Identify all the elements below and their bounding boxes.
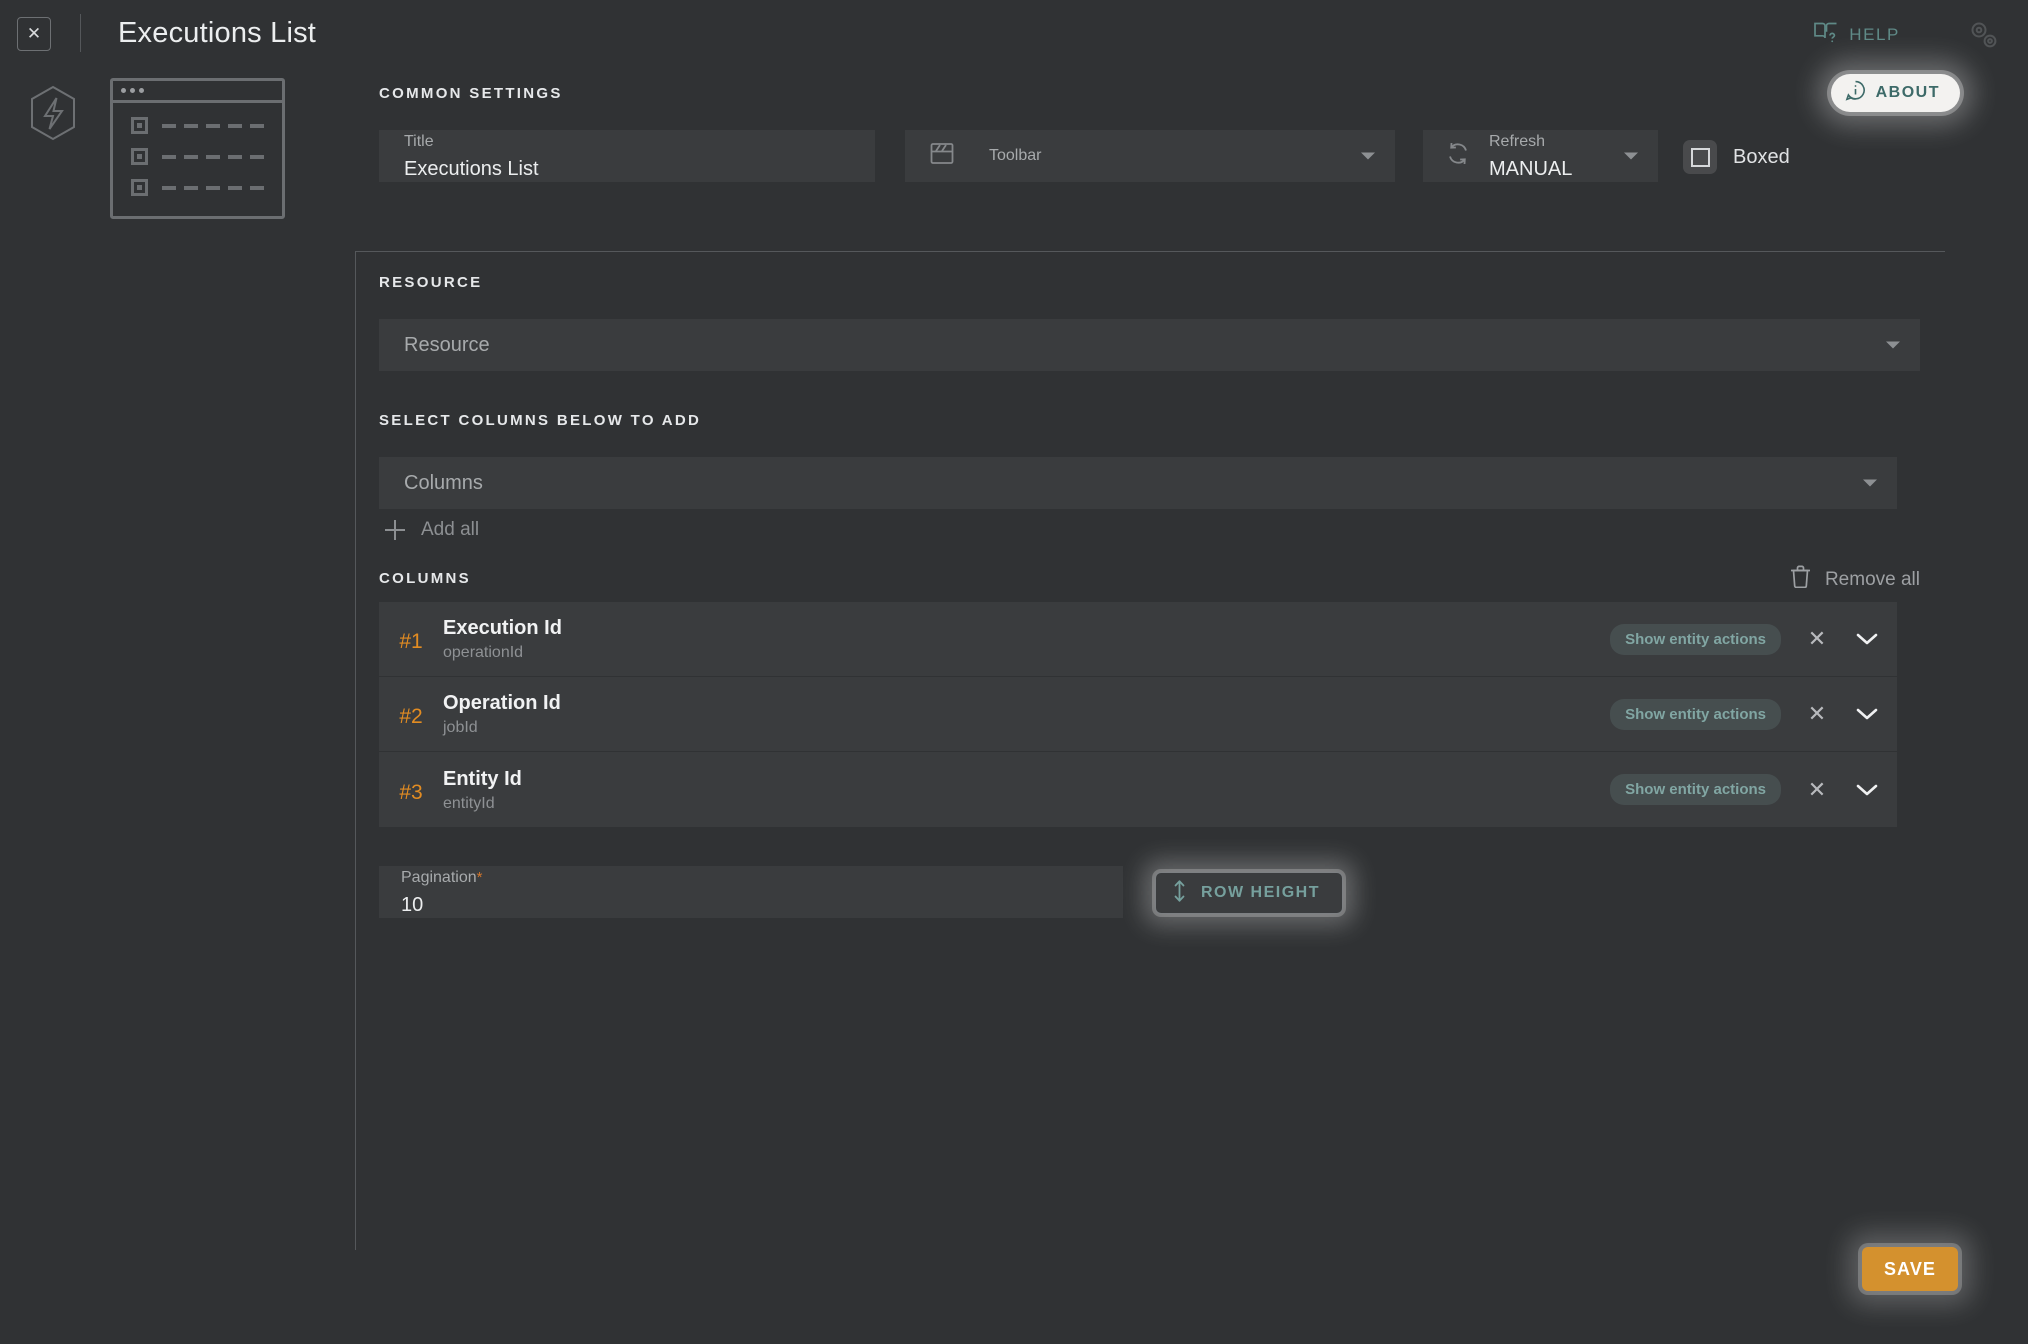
column-texts: Operation Id jobId	[443, 692, 1610, 736]
show-entity-actions-badge[interactable]: Show entity actions	[1610, 623, 1781, 655]
dot-icon	[121, 88, 126, 93]
boxed-checkbox[interactable]	[1683, 140, 1717, 174]
refresh-select-value: MANUAL	[1489, 157, 1573, 180]
save-label: SAVE	[1883, 1258, 1937, 1279]
common-settings-heading: COMMON SETTINGS	[379, 85, 563, 102]
expand-column-button[interactable]	[1837, 707, 1897, 721]
toolbar-icon	[929, 141, 955, 172]
dashed-line	[162, 154, 266, 159]
book-help-icon	[1813, 20, 1839, 49]
lightning-hex-icon	[29, 85, 77, 141]
widget-thumbnail-titlebar	[113, 81, 282, 103]
close-button[interactable]: ✕	[17, 17, 51, 51]
toolbar-select[interactable]: Toolbar	[905, 130, 1395, 182]
remove-column-button[interactable]: ✕	[1797, 777, 1837, 803]
chevron-down-icon	[1624, 152, 1638, 160]
expand-column-button[interactable]	[1837, 632, 1897, 646]
column-texts: Execution Id operationId	[443, 617, 1610, 661]
title-input-label: Title	[404, 132, 434, 150]
show-entity-actions-badge[interactable]: Show entity actions	[1610, 774, 1781, 805]
row-height-label: ROW HEIGHT	[1201, 884, 1320, 901]
dot-icon	[130, 88, 135, 93]
resource-select-placeholder: Resource	[404, 334, 490, 356]
pagination-input-label: Pagination*	[401, 868, 1103, 886]
table-row[interactable]: #3 Entity Id entityId Show entity action…	[379, 752, 1897, 827]
title-divider	[80, 14, 81, 52]
remove-column-button[interactable]: ✕	[1797, 626, 1837, 652]
dashed-line	[162, 185, 266, 190]
refresh-select[interactable]: Refresh MANUAL	[1423, 130, 1658, 182]
column-rank: #1	[399, 630, 423, 653]
gears-settings-icon[interactable]	[1964, 15, 2004, 55]
resource-heading: RESOURCE	[379, 274, 483, 291]
plus-icon	[385, 520, 405, 540]
about-label: ABOUT	[1875, 84, 1940, 101]
pagination-input-value: 10	[401, 893, 424, 916]
columns-heading: COLUMNS	[379, 570, 471, 587]
chevron-down-icon	[1361, 152, 1375, 160]
remove-all-button[interactable]: Remove all	[1790, 565, 1920, 594]
title-input[interactable]: Title Executions List	[379, 130, 875, 182]
refresh-icon	[1445, 141, 1471, 172]
top-bar: ✕ Executions List HELP	[0, 0, 2028, 66]
expand-column-button[interactable]	[1837, 783, 1897, 797]
columns-list: #1 Execution Id operationId Show entity …	[379, 602, 1897, 827]
widget-thumbnail-row	[131, 179, 282, 196]
columns-select-placeholder: Columns	[404, 472, 483, 494]
column-field: jobId	[443, 719, 478, 736]
columns-select[interactable]: Columns	[379, 457, 1897, 509]
chevron-down-icon	[1886, 341, 1900, 349]
info-icon	[1845, 80, 1866, 106]
remove-all-label: Remove all	[1824, 568, 1920, 590]
widget-preview-rail	[0, 66, 352, 1344]
save-button[interactable]: SAVE	[1862, 1247, 1958, 1291]
resource-select[interactable]: Resource	[379, 319, 1920, 371]
column-rank: #2	[399, 705, 423, 728]
trash-icon	[1790, 565, 1811, 594]
close-icon: ✕	[26, 24, 42, 43]
table-row[interactable]: #2 Operation Id jobId Show entity action…	[379, 677, 1897, 752]
remove-column-button[interactable]: ✕	[1797, 701, 1837, 727]
pagination-input[interactable]: Pagination* 10	[379, 866, 1123, 918]
boxed-label: Boxed	[1733, 145, 1790, 168]
chevron-down-icon	[1863, 479, 1877, 487]
column-texts: Entity Id entityId	[443, 768, 1610, 812]
toolbar-select-label: Toolbar	[989, 147, 1042, 164]
column-name: Entity Id	[443, 767, 522, 790]
boxed-checkbox-row[interactable]: Boxed	[1683, 140, 1790, 174]
about-button[interactable]: ABOUT	[1830, 74, 1960, 112]
column-field: operationId	[443, 644, 524, 661]
column-rank: #3	[399, 780, 423, 804]
widget-thumbnail-row	[131, 148, 282, 165]
title-input-value: Executions List	[404, 157, 539, 180]
table-row[interactable]: #1 Execution Id operationId Show entity …	[379, 602, 1897, 677]
column-field: entityId	[443, 794, 495, 812]
dashed-line	[162, 123, 266, 128]
checkbox-icon	[131, 148, 148, 165]
page-title: Executions List	[118, 17, 317, 49]
widget-thumbnail-row	[131, 117, 282, 134]
select-columns-heading: SELECT COLUMNS BELOW TO ADD	[379, 412, 702, 429]
column-name: Operation Id	[443, 692, 561, 714]
checkbox-icon	[131, 117, 148, 134]
required-marker: *	[476, 868, 483, 886]
add-all-label: Add all	[421, 519, 480, 540]
help-button[interactable]: HELP	[1813, 20, 1900, 49]
height-arrows-icon	[1172, 879, 1187, 908]
help-label: HELP	[1849, 24, 1900, 44]
widget-thumbnail[interactable]	[110, 78, 285, 219]
refresh-select-label: Refresh	[1489, 132, 1546, 150]
add-all-button[interactable]: Add all	[379, 511, 479, 549]
pagination-label-text: Pagination	[401, 868, 477, 886]
checkbox-icon	[131, 179, 148, 196]
column-name: Execution Id	[443, 617, 562, 639]
dot-icon	[139, 88, 144, 93]
show-entity-actions-badge[interactable]: Show entity actions	[1610, 698, 1781, 730]
row-height-button[interactable]: ROW HEIGHT	[1155, 872, 1343, 914]
